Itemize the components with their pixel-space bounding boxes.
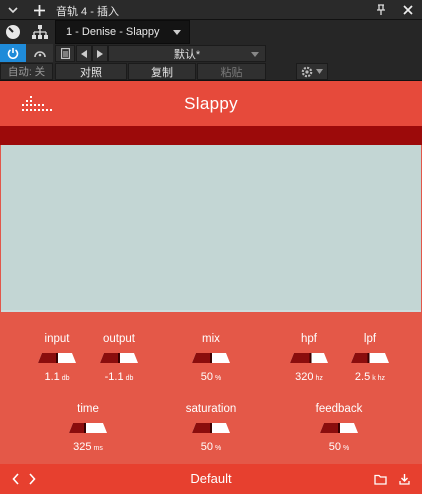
routing-icon[interactable] — [27, 20, 53, 44]
caret-down-icon — [173, 30, 181, 35]
knob-label-output: output — [103, 333, 135, 345]
knob-value-output: -1.1 db — [79, 371, 159, 383]
pin-icon[interactable] — [372, 0, 390, 20]
knob-label-time: time — [77, 403, 99, 415]
copy-label: 复制 — [151, 66, 173, 79]
paste-button[interactable]: 粘贴 — [197, 63, 266, 80]
header-strip — [0, 126, 422, 145]
power-icon — [7, 48, 19, 59]
preset-menu-button[interactable] — [55, 45, 75, 62]
paste-label: 粘贴 — [220, 66, 243, 79]
slider-mix[interactable] — [192, 353, 230, 363]
next-preset-button[interactable] — [92, 45, 108, 62]
knob-value-number: 320 — [295, 371, 314, 383]
knob-label-lpf: lpf — [363, 333, 377, 345]
prev-preset-button[interactable] — [76, 45, 92, 62]
knob-value-unit: % — [343, 445, 350, 452]
preset-name-label: 默认* — [173, 48, 201, 61]
arc-icon — [33, 51, 46, 58]
preset-name-dropdown[interactable]: 默认* — [108, 45, 266, 62]
automation-label: 自动: 关 — [7, 66, 46, 78]
power-button[interactable] — [0, 44, 26, 62]
knob-label-mix: mix — [202, 333, 220, 345]
plus-icon[interactable] — [30, 0, 48, 20]
knob-value-unit: k hz — [372, 375, 386, 382]
slider-time[interactable] — [69, 423, 107, 433]
knob-value-number: 1.1 — [44, 371, 60, 383]
slider-output[interactable] — [100, 353, 138, 363]
triangle-left-icon — [81, 49, 87, 58]
knob-value-number: 325 — [73, 441, 92, 453]
triangle-right-icon — [97, 49, 103, 58]
knob-value-number: 50 — [328, 441, 341, 453]
knob-value-unit: db — [61, 375, 70, 382]
footer-preset-name[interactable]: Default — [0, 471, 422, 486]
download-icon[interactable] — [399, 472, 410, 490]
copy-button[interactable]: 复制 — [128, 63, 196, 80]
controls-panel: input 1.1 db output -1.1 db mix 50% hpf 320 hz lpf 2… — [0, 313, 422, 464]
knob-value-number: 50 — [200, 371, 213, 383]
knob-value-number: 2.5 — [354, 371, 371, 383]
plugin-header: Slappy — [0, 81, 422, 126]
plugin-panel: Slappy input 1.1 db output -1.1 db mix 50% hpf 32… — [0, 81, 422, 494]
knob-value-mix: 50% — [171, 371, 251, 383]
knob-label-saturation: saturation — [185, 403, 237, 415]
window-titlebar: 音轨 4 - 插入 — [0, 0, 422, 20]
settings-button[interactable] — [296, 63, 328, 80]
device-selector-label: 1 - Denise - Slappy — [66, 26, 160, 38]
waveform-display[interactable] — [1, 145, 421, 312]
automation-toggle[interactable]: 自动: 关 — [0, 63, 53, 80]
knob-value-unit: % — [215, 445, 222, 452]
compare-label: 对照 — [80, 66, 102, 79]
dial-icon[interactable] — [0, 20, 26, 44]
knob-value-number: -1.1 — [104, 371, 124, 383]
sidechain-button[interactable] — [26, 44, 53, 62]
plugin-footer: Default — [0, 464, 422, 494]
gear-icon — [301, 66, 313, 77]
slider-input[interactable] — [38, 353, 76, 363]
knob-value-unit: ms — [93, 445, 103, 452]
knob-value-unit: hz — [315, 375, 323, 382]
knob-value-number: 50 — [200, 441, 213, 453]
device-selector[interactable]: 1 - Denise - Slappy — [55, 20, 190, 44]
slider-saturation[interactable] — [192, 423, 230, 433]
window-title: 音轨 4 - 插入 — [56, 6, 119, 18]
folder-icon[interactable] — [374, 472, 387, 490]
plugin-title: Slappy — [184, 94, 238, 113]
knob-label-feedback: feedback — [315, 403, 363, 415]
caret-down-icon — [251, 52, 259, 57]
chevron-down-icon[interactable] — [4, 0, 22, 20]
knob-value-time: 325 ms — [48, 441, 128, 453]
document-icon — [60, 48, 70, 59]
close-icon[interactable] — [398, 0, 418, 20]
slider-hpf[interactable] — [290, 353, 328, 363]
slider-lpf[interactable] — [351, 353, 389, 363]
caret-down-icon — [316, 69, 323, 74]
knob-value-saturation: 50% — [171, 441, 251, 453]
knob-value-unit: db — [125, 375, 134, 382]
slider-feedback[interactable] — [320, 423, 358, 433]
compare-button[interactable]: 对照 — [55, 63, 127, 80]
knob-value-lpf: 2.5 k hz — [330, 371, 410, 383]
knob-value-feedback: 50% — [299, 441, 379, 453]
knob-value-unit: % — [215, 375, 222, 382]
